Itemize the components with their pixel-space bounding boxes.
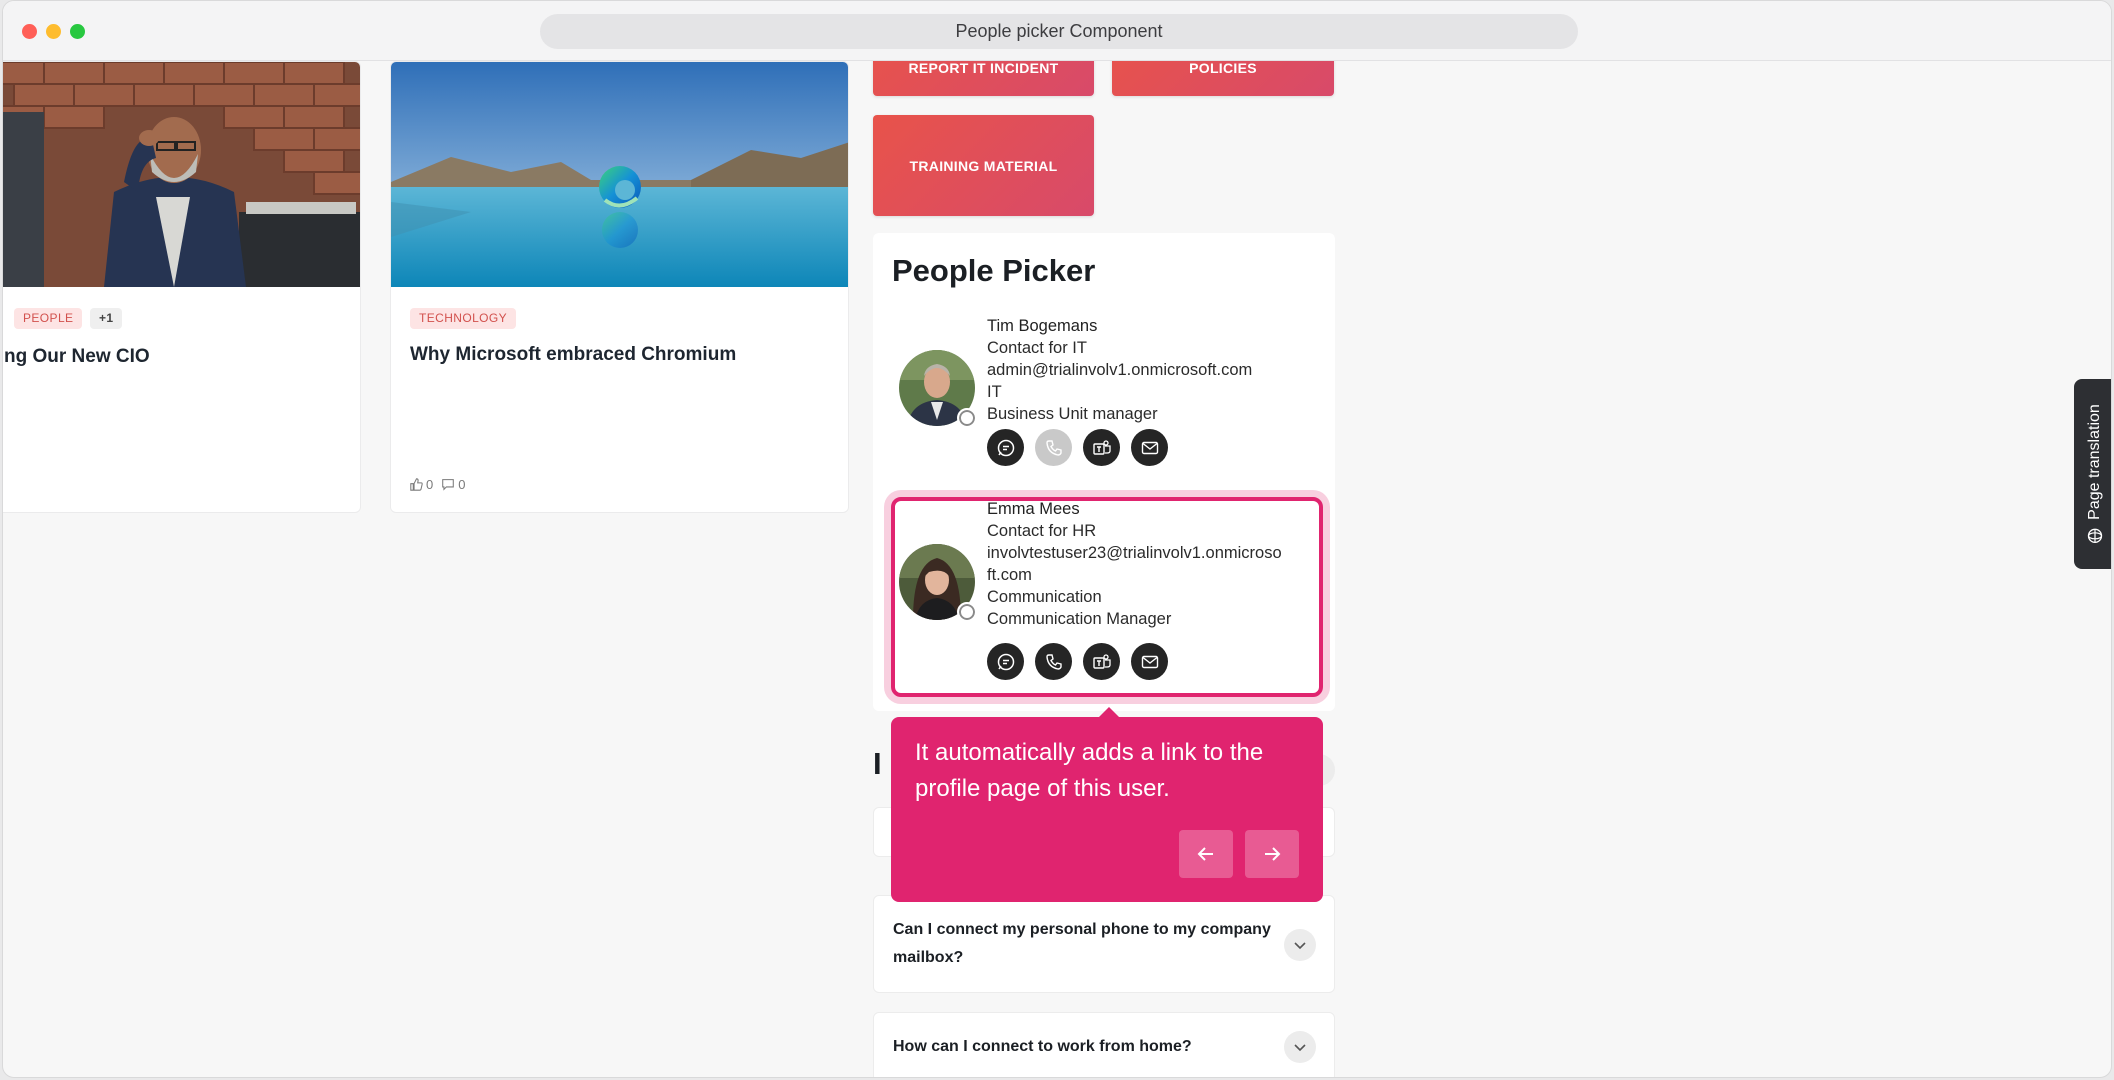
tooltip-text: It automatically adds a link to the prof… (915, 739, 1264, 802)
mail-icon (1141, 441, 1158, 454)
close-window-button[interactable] (22, 24, 37, 39)
call-button[interactable] (1035, 643, 1072, 680)
chat-button[interactable] (987, 429, 1024, 466)
page-translation-tab[interactable]: Page translation (2074, 379, 2111, 569)
page-content: PEOPLE +1 ng Our New CIO TECHNOLOGY Why … (3, 61, 2111, 1077)
address-bar[interactable]: People picker Component (540, 14, 1578, 49)
faq-question: How can I connect to work from home? (893, 1038, 1192, 1055)
presence-status (957, 408, 977, 428)
person-email-line: involvtestuser23@trialinvolv1.onmicroso (987, 544, 1282, 562)
category-tag[interactable]: TECHNOLOGY (410, 308, 517, 329)
likes-count[interactable]: 0 (410, 477, 433, 492)
person-email-line: ft.com (987, 566, 1032, 584)
presence-status (957, 602, 977, 622)
engagement-stats: 0 0 (410, 477, 465, 492)
faq-heading: I (873, 746, 882, 781)
faq-item[interactable]: How can I connect to work from home? (873, 1012, 1335, 1077)
tour-previous-button[interactable] (1179, 830, 1233, 878)
person-role: Contact for HR (987, 522, 1097, 540)
faq-toggle[interactable] (1284, 929, 1316, 961)
person-card[interactable]: Emma Mees Contact for HR involvtestuser2… (887, 498, 1321, 681)
faq-toggle[interactable] (1284, 1031, 1316, 1063)
tour-next-button[interactable] (1245, 830, 1299, 878)
mail-icon (1141, 655, 1158, 668)
thumbs-up-icon (410, 478, 423, 491)
people-picker-webpart: People Picker Tim Bogemans Contact for I… (873, 233, 1335, 711)
news-image (3, 62, 360, 287)
faq-item[interactable]: Can I connect my personal phone to my co… (873, 895, 1335, 993)
chevron-down-icon (1294, 1044, 1306, 1052)
browser-window: People picker Component PEOPLE +1 ng Our… (2, 0, 2112, 1078)
title-bar: People picker Component (3, 1, 2111, 61)
person-role: Contact for IT (987, 339, 1087, 357)
person-name[interactable]: Tim Bogemans (987, 315, 1317, 337)
tile-training-material[interactable]: TRAINING MATERIAL (873, 115, 1094, 216)
person-job-title: Business Unit manager (987, 405, 1158, 423)
email-button[interactable] (1131, 643, 1168, 680)
chat-icon (997, 439, 1014, 456)
arrow-right-icon (1265, 847, 1281, 861)
person-department: Communication (987, 588, 1102, 606)
comments-count[interactable]: 0 (441, 477, 465, 492)
more-tags-badge[interactable]: +1 (90, 308, 123, 329)
tile-policies[interactable]: POLICIES (1112, 61, 1334, 96)
person-card[interactable]: Tim Bogemans Contact for IT admin@triali… (887, 315, 1321, 475)
chat-button[interactable] (987, 643, 1024, 680)
globe-icon (2087, 528, 2102, 543)
teams-button[interactable] (1083, 643, 1120, 680)
maximize-window-button[interactable] (70, 24, 85, 39)
chevron-down-icon (1294, 942, 1306, 950)
category-tag[interactable]: PEOPLE (14, 308, 83, 329)
arrow-left-icon (1197, 847, 1213, 861)
person-email[interactable]: admin@trialinvolv1.onmicrosoft.com (987, 359, 1317, 381)
chat-icon (997, 653, 1014, 670)
person-actions (987, 429, 1168, 466)
phone-icon (1045, 439, 1062, 456)
tour-tooltip: It automatically adds a link to the prof… (891, 707, 1323, 902)
tile-report-it-incident[interactable]: REPORT IT INCIDENT (873, 61, 1094, 96)
minimize-window-button[interactable] (46, 24, 61, 39)
person-actions (987, 643, 1168, 680)
comment-icon (442, 479, 455, 491)
teams-button[interactable] (1083, 429, 1120, 466)
news-card[interactable]: TECHNOLOGY Why Microsoft embraced Chromi… (390, 61, 849, 513)
call-button (1035, 429, 1072, 466)
person-department: IT (987, 383, 1002, 401)
person-details: Tim Bogemans Contact for IT admin@triali… (987, 315, 1317, 425)
person-details: Emma Mees Contact for HR involvtestuser2… (987, 498, 1317, 630)
news-card[interactable]: PEOPLE +1 ng Our New CIO (3, 61, 361, 513)
people-picker-title: People Picker (892, 253, 1096, 288)
teams-icon (1092, 439, 1111, 455)
news-image (391, 62, 848, 287)
email-button[interactable] (1131, 429, 1168, 466)
teams-icon (1092, 653, 1111, 669)
person-job-title: Communication Manager (987, 610, 1172, 628)
news-title[interactable]: ng Our New CIO (4, 346, 150, 368)
person-name[interactable]: Emma Mees (987, 498, 1317, 520)
page-translation-label: Page translation (2085, 404, 2103, 520)
faq-question: Can I connect my personal phone to my co… (893, 921, 1271, 966)
phone-icon (1045, 653, 1062, 670)
person-email[interactable]: involvtestuser23@trialinvolv1.onmicroso … (987, 542, 1317, 586)
news-title[interactable]: Why Microsoft embraced Chromium (410, 344, 736, 366)
